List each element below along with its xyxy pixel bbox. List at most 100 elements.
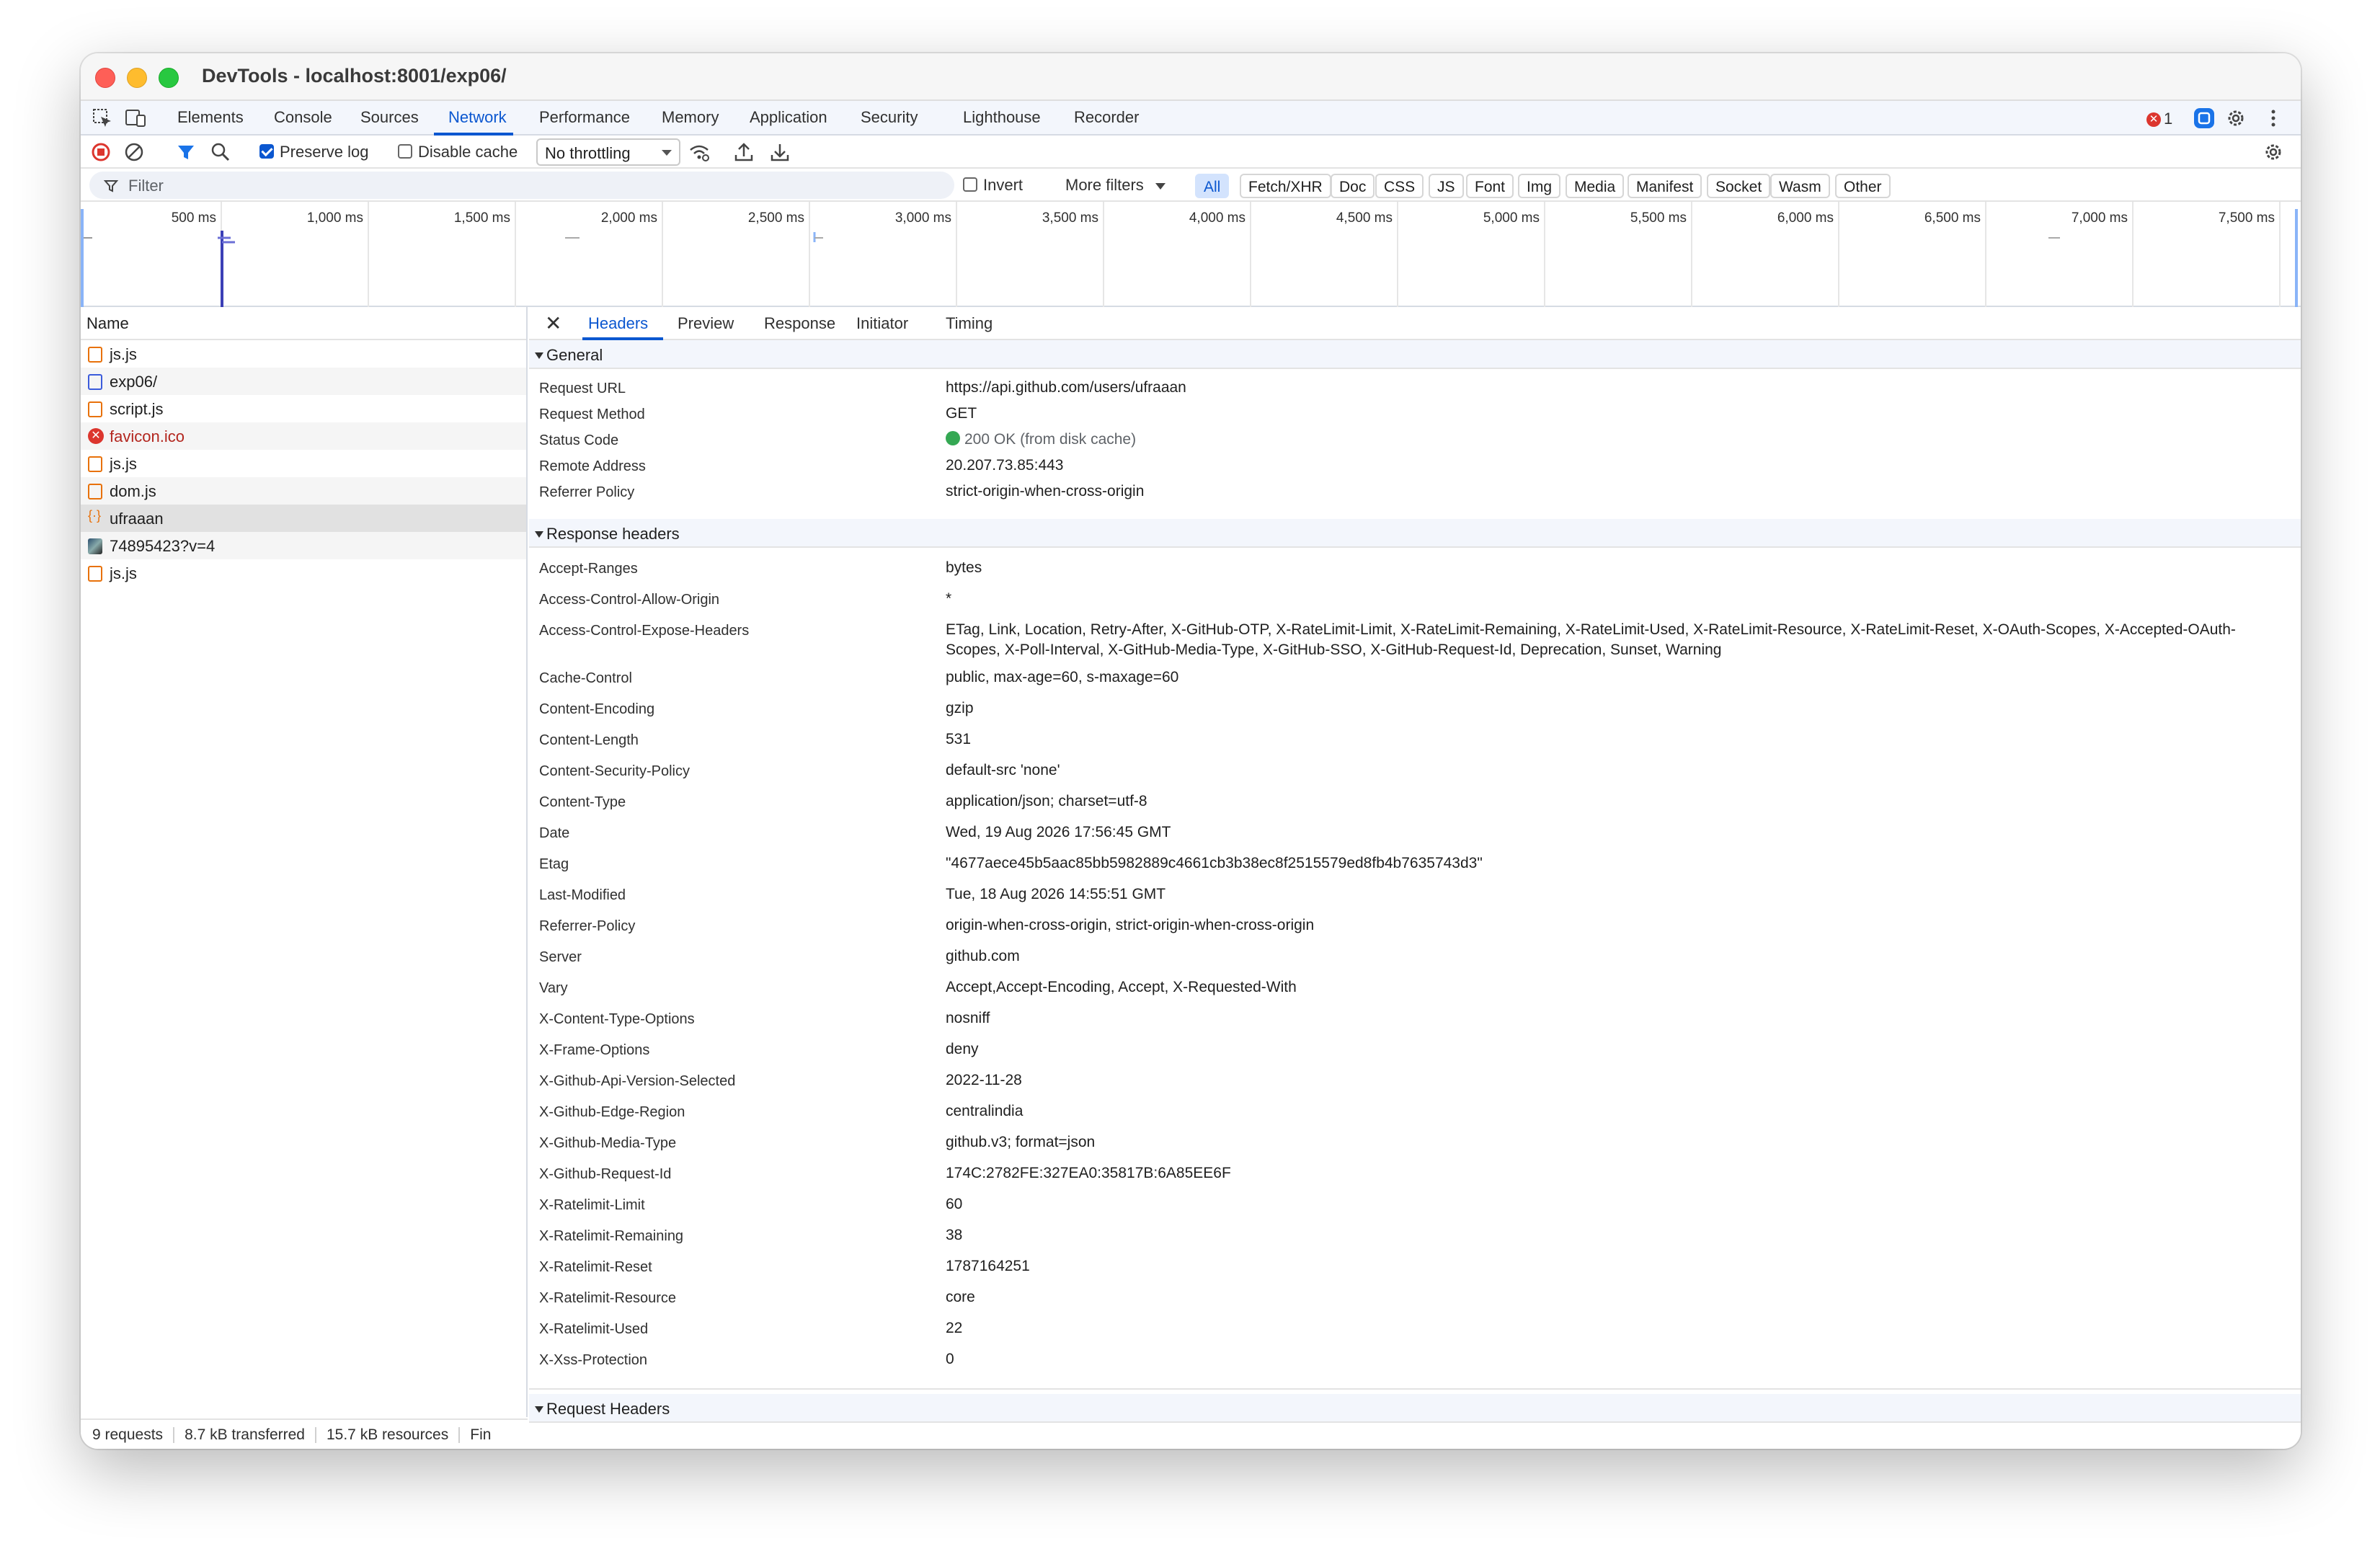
device-toolbar-icon[interactable] — [124, 107, 147, 130]
header-key: X-Github-Media-Type — [539, 1135, 677, 1151]
disable-cache-checkbox[interactable]: Disable cache — [398, 143, 518, 161]
tab-initiator[interactable]: Initiator — [856, 314, 908, 333]
header-value: 38 — [946, 1227, 963, 1243]
request-list: Name js.js exp06/ script.js ✕ favicon.ico… — [81, 307, 528, 1417]
script-file-icon — [88, 456, 102, 472]
header-value: github.com — [946, 948, 1020, 964]
export-har-icon[interactable] — [768, 141, 791, 164]
filter-type-doc[interactable]: Doc — [1331, 174, 1375, 198]
filter-input[interactable]: Filter — [89, 172, 954, 199]
header-key: Date — [539, 825, 570, 841]
json-braces-icon: {·} — [88, 508, 102, 523]
script-file-icon — [88, 401, 102, 417]
request-count: 9 requests — [92, 1426, 164, 1443]
header-value: 531 — [946, 731, 972, 747]
request-headers-section-header[interactable]: Request Headers — [529, 1394, 2301, 1423]
header-value: deny — [946, 1041, 979, 1057]
more-options-icon[interactable] — [2262, 107, 2285, 130]
devtools-tab-bar: Elements Console Sources Network Perform… — [81, 101, 2301, 136]
header-key: Referrer-Policy — [539, 918, 636, 934]
settings-gear-icon[interactable] — [2224, 107, 2247, 130]
inspect-element-icon[interactable] — [91, 107, 114, 130]
request-row[interactable]: js.js — [81, 450, 526, 477]
tab-sources[interactable]: Sources — [360, 108, 419, 127]
header-value: ETag, Link, Location, Retry-After, X-Git… — [946, 621, 2236, 658]
tab-application[interactable]: Application — [750, 108, 827, 127]
header-value: * — [946, 590, 952, 607]
tab-headers[interactable]: Headers — [588, 314, 648, 333]
header-key: X-Ratelimit-Reset — [539, 1259, 652, 1275]
request-row[interactable]: 74895423?v=4 — [81, 532, 526, 559]
tab-response[interactable]: Response — [764, 314, 835, 333]
filter-type-img[interactable]: Img — [1518, 174, 1561, 198]
request-row[interactable]: exp06/ — [81, 368, 526, 395]
header-value: 1787164251 — [946, 1258, 1030, 1274]
timeline-overview[interactable]: 500 ms 1,000 ms 1,500 ms 2,000 ms 2,500 … — [81, 202, 2301, 307]
more-filters-dropdown[interactable]: More filters — [1065, 176, 1165, 195]
caret-down-icon — [1155, 182, 1165, 190]
clear-icon[interactable] — [123, 141, 146, 164]
filter-type-all[interactable]: All — [1195, 174, 1230, 198]
tab-preview[interactable]: Preview — [678, 314, 734, 333]
request-row-selected[interactable]: {·} ufraaan — [81, 505, 526, 532]
header-value: https://api.github.com/users/ufraaan — [946, 379, 1186, 396]
header-key: X-Github-Edge-Region — [539, 1104, 685, 1120]
header-value: gzip — [946, 700, 974, 716]
request-row[interactable]: js.js — [81, 340, 526, 368]
throttling-select[interactable]: No throttling — [536, 138, 680, 166]
tab-network[interactable]: Network — [448, 108, 507, 127]
error-count-badge[interactable]: ✕ 1 — [2146, 110, 2172, 128]
tab-lighthouse[interactable]: Lighthouse — [963, 108, 1041, 127]
request-row[interactable]: ✕ favicon.ico — [81, 422, 526, 450]
preserve-log-checkbox[interactable]: Preserve log — [259, 143, 369, 161]
tab-console[interactable]: Console — [274, 108, 332, 127]
request-row[interactable]: js.js — [81, 559, 526, 587]
filter-type-socket[interactable]: Socket — [1707, 174, 1771, 198]
tab-security[interactable]: Security — [861, 108, 918, 127]
filter-type-wasm[interactable]: Wasm — [1770, 174, 1830, 198]
tab-recorder[interactable]: Recorder — [1074, 108, 1139, 127]
invert-checkbox[interactable]: Invert — [963, 176, 1023, 195]
stop-recording-icon[interactable] — [89, 141, 112, 164]
details-tab-bar: ✕ Headers Preview Response Initiator Tim… — [529, 307, 2301, 340]
script-file-icon — [88, 566, 102, 582]
filter-type-fetch-xhr[interactable]: Fetch/XHR — [1240, 174, 1331, 198]
filter-type-css[interactable]: CSS — [1375, 174, 1424, 198]
triangle-down-icon — [535, 531, 543, 538]
general-section-header[interactable]: General — [529, 340, 2301, 369]
filter-type-other[interactable]: Other — [1835, 174, 1891, 198]
section-divider — [529, 1388, 2301, 1390]
name-column-header[interactable]: Name — [81, 307, 526, 340]
minimize-window-button[interactable] — [127, 68, 147, 88]
filter-type-media[interactable]: Media — [1566, 174, 1625, 198]
request-row[interactable]: dom.js — [81, 477, 526, 505]
filter-icon[interactable] — [174, 141, 197, 164]
maximize-window-button[interactable] — [159, 68, 179, 88]
tab-elements[interactable]: Elements — [177, 108, 244, 127]
header-value: 22 — [946, 1320, 963, 1336]
response-headers-section-header[interactable]: Response headers — [529, 519, 2301, 548]
network-settings-gear-icon[interactable] — [2262, 141, 2285, 164]
status-ok-icon — [946, 431, 960, 446]
request-row[interactable]: script.js — [81, 395, 526, 422]
header-value: GET — [946, 405, 977, 422]
close-window-button[interactable] — [95, 68, 115, 88]
tab-performance[interactable]: Performance — [539, 108, 630, 127]
import-har-icon[interactable] — [732, 141, 755, 164]
header-value: github.v3; format=json — [946, 1134, 1096, 1150]
tab-memory[interactable]: Memory — [662, 108, 719, 127]
filter-type-font[interactable]: Font — [1466, 174, 1514, 198]
header-value: application/json; charset=utf-8 — [946, 793, 1147, 809]
triangle-down-icon — [535, 352, 543, 359]
issues-icon[interactable] — [2193, 107, 2216, 130]
header-value: strict-origin-when-cross-origin — [946, 483, 1145, 500]
triangle-down-icon — [535, 1406, 543, 1413]
search-icon[interactable] — [209, 141, 232, 164]
header-key: Referrer Policy — [539, 484, 635, 500]
filter-type-manifest[interactable]: Manifest — [1628, 174, 1702, 198]
network-conditions-icon[interactable] — [688, 141, 711, 164]
tab-timing[interactable]: Timing — [946, 314, 993, 333]
filter-type-js[interactable]: JS — [1429, 174, 1464, 198]
header-value: core — [946, 1289, 975, 1305]
close-details-icon[interactable]: ✕ — [545, 311, 561, 335]
